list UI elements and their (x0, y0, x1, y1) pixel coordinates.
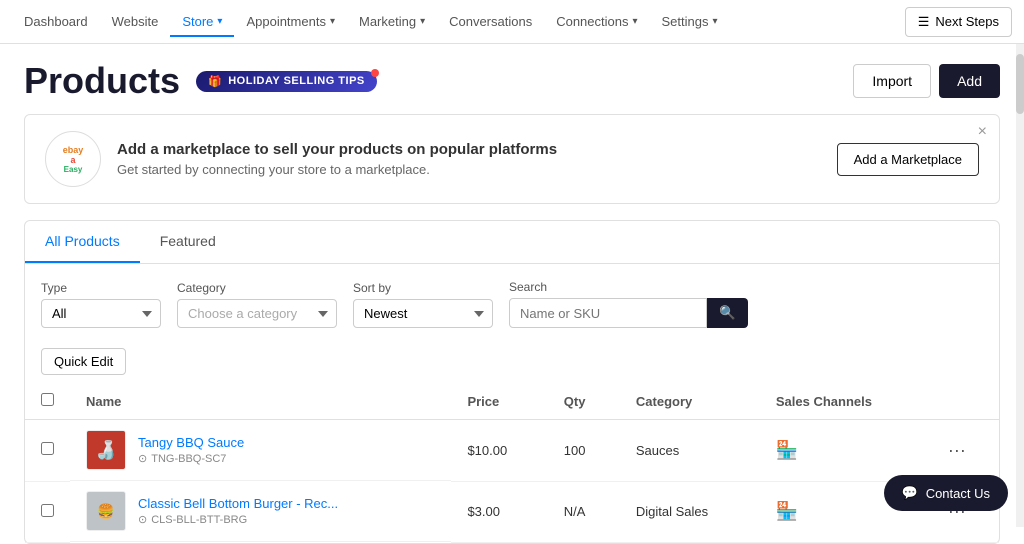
marketplace-logo: ebay a Easy (45, 131, 101, 187)
row-2-checkbox-cell (25, 481, 70, 542)
import-button[interactable]: Import (853, 64, 931, 98)
top-nav: Dashboard Website Store ▾ Appointments ▾… (0, 0, 1024, 44)
holiday-dot (371, 69, 379, 77)
category-filter-group: Category Choose a category (177, 281, 337, 328)
price-column-header: Price (451, 383, 547, 420)
sku-icon-2: ⊙ (138, 513, 147, 526)
product-table: Name Price Qty Category Sales Channels 🍶 (25, 383, 999, 543)
qty-column-header: Qty (548, 383, 620, 420)
row-1-more-button[interactable]: ··· (948, 440, 966, 461)
row-1-product-name[interactable]: Tangy BBQ Sauce (138, 435, 244, 450)
row-2-thumbnail: 🍔 (86, 491, 126, 531)
row-1-category: Sauces (620, 420, 760, 482)
quick-edit-row: Quick Edit (25, 340, 999, 383)
header-actions: Import Add (853, 64, 1000, 98)
add-marketplace-button[interactable]: Add a Marketplace (837, 143, 979, 176)
marketplace-banner: ebay a Easy Add a marketplace to sell yo… (24, 114, 1000, 204)
actions-column-header (932, 383, 999, 420)
row-1-product-info: Tangy BBQ Sauce ⊙ TNG-BBQ-SC7 (138, 435, 244, 465)
appointments-chevron-icon: ▾ (330, 16, 335, 27)
category-column-header: Category (620, 383, 760, 420)
nav-website[interactable]: Website (100, 6, 171, 37)
nav-dashboard[interactable]: Dashboard (12, 6, 100, 37)
gift-icon: 🎁 (208, 75, 222, 88)
search-input-group: 🔍 (509, 298, 748, 328)
row-2-qty: N/A (548, 481, 620, 542)
store-chevron-icon: ▾ (217, 16, 222, 27)
type-select[interactable]: All (41, 299, 161, 328)
row-1-checkbox[interactable] (41, 442, 54, 455)
nav-connections[interactable]: Connections ▾ (544, 6, 649, 37)
sales-channels-column-header: Sales Channels (760, 383, 932, 420)
marketplace-text: Add a marketplace to sell your products … (117, 141, 557, 177)
tab-all-products[interactable]: All Products (25, 221, 140, 263)
search-button[interactable]: 🔍 (707, 298, 748, 328)
row-1-checkbox-cell (25, 420, 70, 482)
table-header-row: Name Price Qty Category Sales Channels (25, 383, 999, 420)
page-title: Products (24, 60, 180, 102)
tab-featured[interactable]: Featured (140, 221, 236, 263)
type-label: Type (41, 281, 161, 295)
row-1-name-cell: 🍶 Tangy BBQ Sauce ⊙ TNG-BBQ-SC7 (70, 420, 451, 481)
row-1-thumbnail: 🍶 (86, 430, 126, 470)
table-row: 🍶 Tangy BBQ Sauce ⊙ TNG-BBQ-SC7 $10.00 1… (25, 420, 999, 482)
nav-settings[interactable]: Settings ▾ (650, 6, 730, 37)
type-filter-group: Type All (41, 281, 161, 328)
store-icon: 🏪 (776, 440, 798, 460)
category-label: Category (177, 281, 337, 295)
row-2-product-name[interactable]: Classic Bell Bottom Burger - Rec... (138, 496, 338, 511)
next-steps-button[interactable]: ☰ Next Steps (905, 7, 1012, 37)
search-icon: 🔍 (719, 305, 736, 321)
row-1-sales-channels: 🏪 (760, 420, 932, 482)
search-label: Search (509, 280, 748, 294)
select-all-header (25, 383, 70, 420)
add-button[interactable]: Add (939, 64, 1000, 98)
settings-chevron-icon: ▾ (713, 16, 718, 27)
sort-filter-group: Sort by Newest (353, 281, 493, 328)
category-select[interactable]: Choose a category (177, 299, 337, 328)
row-1-price: $10.00 (451, 420, 547, 482)
search-input[interactable] (509, 298, 707, 328)
products-section: All Products Featured Type All Category … (24, 220, 1000, 544)
search-filter-group: Search 🔍 (509, 280, 748, 328)
row-2-product-info: Classic Bell Bottom Burger - Rec... ⊙ CL… (138, 496, 338, 526)
nav-appointments[interactable]: Appointments ▾ (234, 6, 347, 37)
page-header: Products 🎁 HOLIDAY SELLING TIPS Import A… (0, 44, 1024, 114)
row-2-name-cell: 🍔 Classic Bell Bottom Burger - Rec... ⊙ … (70, 481, 451, 542)
scrollbar-track (1016, 44, 1024, 527)
quick-edit-button[interactable]: Quick Edit (41, 348, 126, 375)
next-steps-icon: ☰ (918, 14, 930, 30)
row-1-actions: ··· (932, 420, 999, 482)
sort-label: Sort by (353, 281, 493, 295)
nav-store[interactable]: Store ▾ (170, 6, 234, 37)
name-column-header: Name (70, 383, 451, 420)
scrollbar-thumb[interactable] (1016, 54, 1024, 114)
sku-icon: ⊙ (138, 452, 147, 465)
row-2-category: Digital Sales (620, 481, 760, 542)
sort-select[interactable]: Newest (353, 299, 493, 328)
store-icon-2: 🏪 (776, 501, 798, 521)
row-1-qty: 100 (548, 420, 620, 482)
connections-chevron-icon: ▾ (632, 16, 637, 27)
holiday-badge[interactable]: 🎁 HOLIDAY SELLING TIPS (196, 71, 377, 92)
nav-marketing[interactable]: Marketing ▾ (347, 6, 437, 37)
row-1-sku: ⊙ TNG-BBQ-SC7 (138, 452, 244, 465)
marketing-chevron-icon: ▾ (420, 16, 425, 27)
select-all-checkbox[interactable] (41, 393, 54, 406)
row-2-sku: ⊙ CLS-BLL-BTT-BRG (138, 513, 338, 526)
row-2-price: $3.00 (451, 481, 547, 542)
filters: Type All Category Choose a category Sort… (25, 264, 999, 340)
table-row: 🍔 Classic Bell Bottom Burger - Rec... ⊙ … (25, 481, 999, 542)
banner-close-icon[interactable]: × (978, 123, 987, 141)
nav-conversations[interactable]: Conversations (437, 6, 544, 37)
contact-us-button[interactable]: 💬 Contact Us (884, 475, 1009, 511)
tabs: All Products Featured (25, 221, 999, 264)
contact-us-icon: 💬 (902, 485, 918, 501)
row-2-checkbox[interactable] (41, 504, 54, 517)
